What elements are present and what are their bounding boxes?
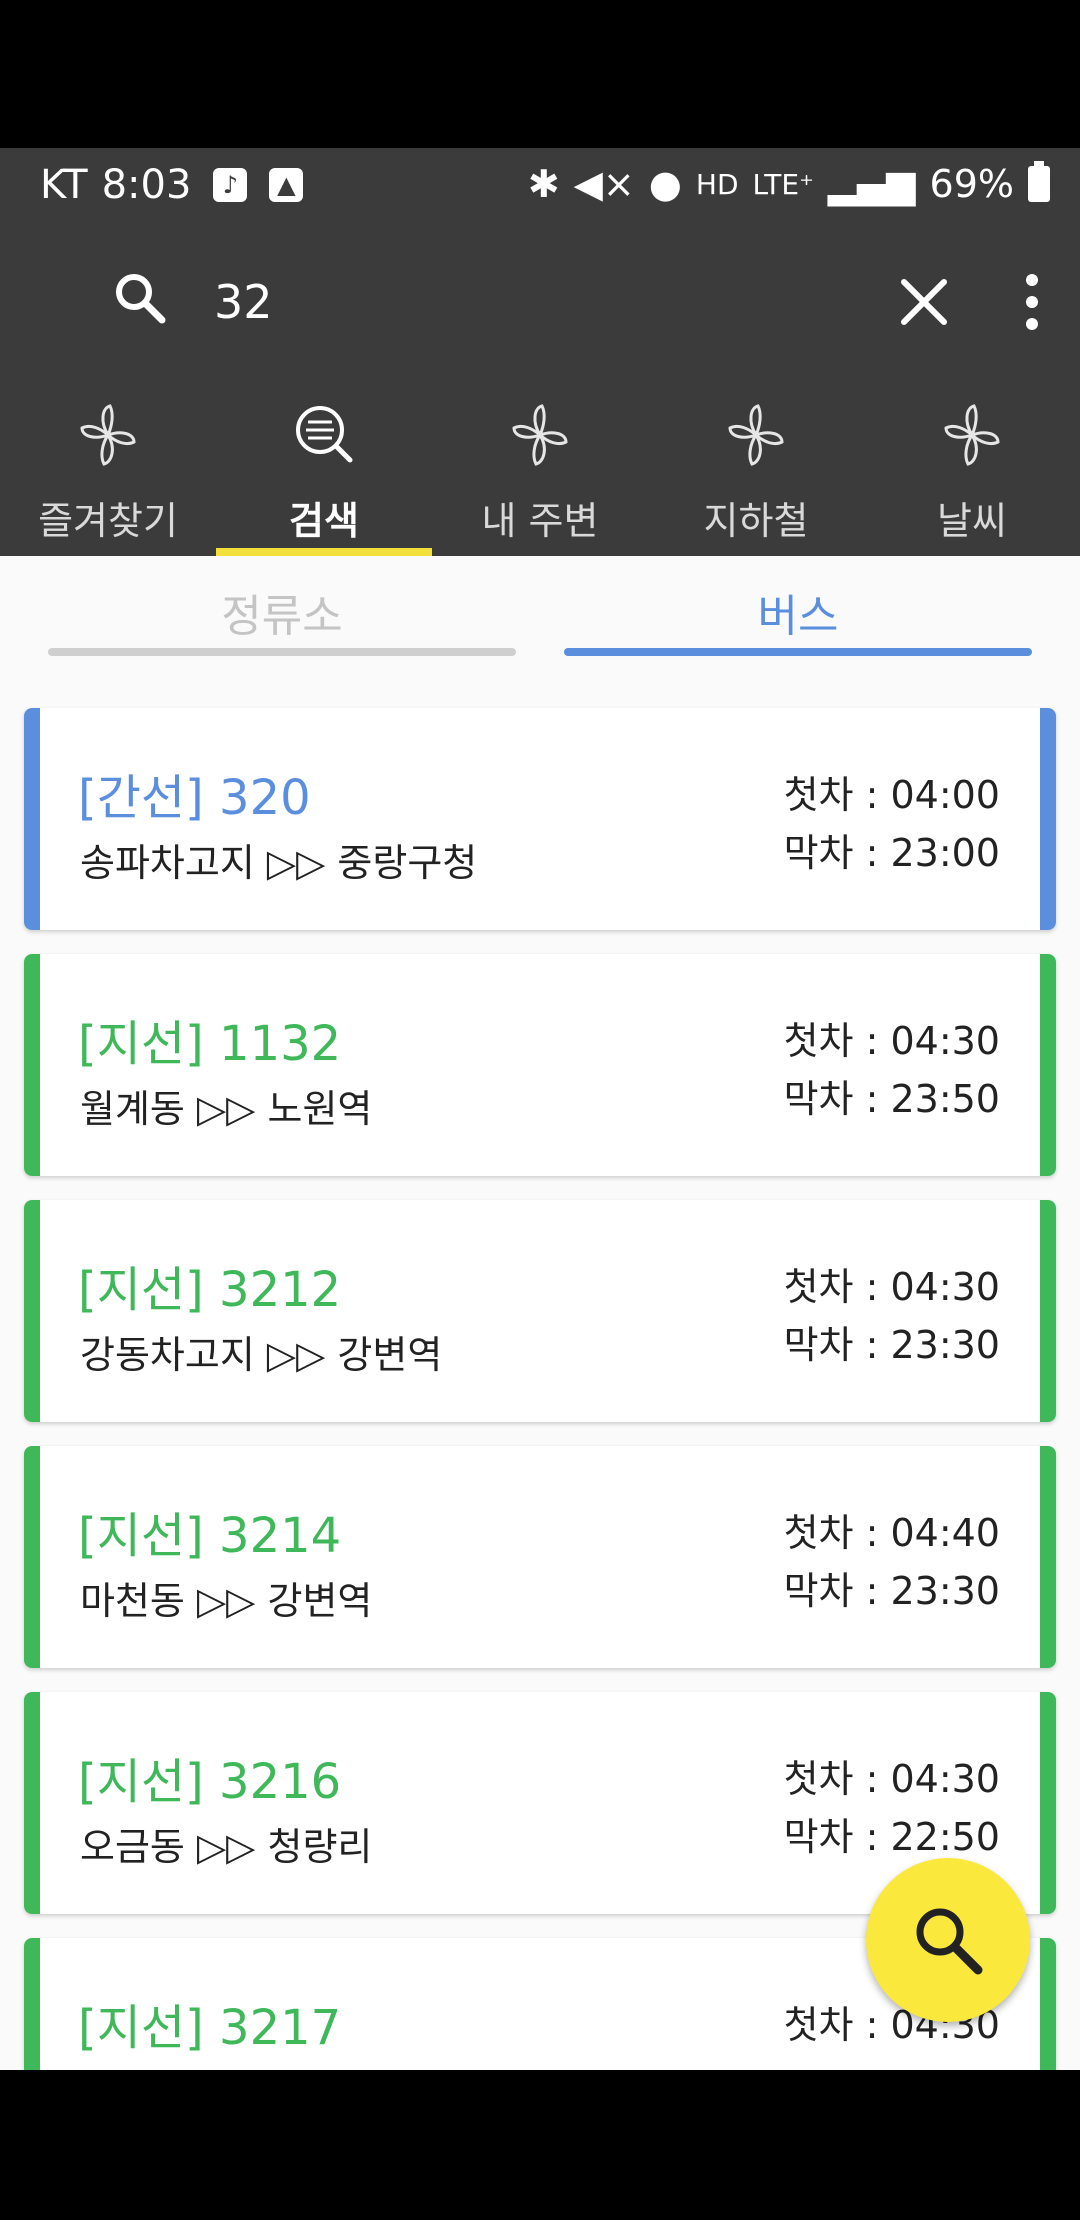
tab-favorites[interactable]: 즐겨찾기 <box>0 378 216 556</box>
search-fab-button[interactable] <box>866 1858 1030 2022</box>
route-color-bar <box>1040 708 1056 930</box>
location-icon: ● <box>648 162 682 206</box>
route-color-bar <box>24 1692 40 1914</box>
route-title: [지선] 3217 <box>78 2000 342 2056</box>
last-bus-time: 막차 : 23:30 <box>783 1569 1000 1613</box>
first-bus-time: 첫차 : 04:30 <box>783 1019 1000 1063</box>
tab-label: 검색 <box>289 499 359 543</box>
status-bar: KT 8:03 ♪ ▲ ✱ ◀× ● HD LTE⁺ ▂▄▆ 69% <box>0 148 1080 228</box>
tab-bus[interactable]: 버스 <box>564 556 1032 656</box>
route-color-bar <box>24 1200 40 1422</box>
route-title: [지선] 3216 <box>78 1754 342 1810</box>
pinwheel-icon <box>944 404 1000 466</box>
route-color-bar <box>1040 954 1056 1176</box>
dot <box>1026 318 1038 330</box>
image-notification-icon: ▲ <box>269 168 304 202</box>
category-tabs: 즐겨찾기 검색 내 주변 지하철 날씨 <box>0 378 1080 556</box>
search-list-icon <box>296 406 353 463</box>
route-endpoints: 강동차고지 ▷▷ 강변역 <box>80 1333 443 1377</box>
clear-search-button[interactable] <box>898 276 950 328</box>
search-icon <box>916 1908 983 1975</box>
bluetooth-icon: ✱ <box>527 162 560 206</box>
pinwheel-icon <box>80 404 136 466</box>
mute-icon: ◀× <box>573 162 635 206</box>
tab-search[interactable]: 검색 <box>216 378 432 556</box>
first-bus-time: 첫차 : 04:30 <box>783 1757 1000 1801</box>
route-endpoints: 송파차고지 ▷▷ 중랑구청 <box>80 841 478 885</box>
search-icon <box>116 274 166 324</box>
route-color-bar <box>24 1446 40 1668</box>
last-bus-time: 막차 : 23:30 <box>783 1323 1000 1367</box>
lte-icon: LTE⁺ <box>752 167 814 201</box>
active-tab-indicator <box>216 548 432 556</box>
tab-label: 날씨 <box>937 499 1007 543</box>
more-options-button[interactable] <box>1024 274 1040 330</box>
tab-label: 버스 <box>757 591 839 642</box>
route-color-bar <box>1040 1446 1056 1668</box>
tab-underline <box>564 648 1032 656</box>
tab-label: 정류소 <box>221 591 343 642</box>
bus-route-card[interactable]: [지선] 3212 강동차고지 ▷▷ 강변역 첫차 : 04:30 막차 : 2… <box>24 1200 1056 1422</box>
tab-weather[interactable]: 날씨 <box>864 378 1080 556</box>
carrier-label: KT <box>40 162 88 208</box>
route-title: [지선] 3212 <box>78 1262 342 1318</box>
last-bus-time: 막차 : 23:50 <box>783 1077 1000 1121</box>
route-title: [간선] 320 <box>78 770 311 826</box>
route-color-bar <box>24 954 40 1176</box>
app-screen: KT 8:03 ♪ ▲ ✱ ◀× ● HD LTE⁺ ▂▄▆ 69% 32 즐겨… <box>0 148 1080 2070</box>
last-bus-time: 막차 : 22:50 <box>783 1815 1000 1859</box>
route-color-bar <box>1040 1938 1056 2070</box>
pinwheel-icon <box>728 404 784 466</box>
route-endpoints: 월계동 ▷▷ 노원역 <box>80 1087 373 1131</box>
result-type-tabs: 정류소 버스 <box>0 556 1080 656</box>
route-endpoints: 마천동 ▷▷ 강변역 <box>80 1579 373 1623</box>
route-title: [지선] 1132 <box>78 1016 342 1072</box>
first-bus-time: 첫차 : 04:30 <box>783 1265 1000 1309</box>
tab-bus-stop[interactable]: 정류소 <box>48 556 516 656</box>
bus-route-card[interactable]: [간선] 320 송파차고지 ▷▷ 중랑구청 첫차 : 04:00 막차 : 2… <box>24 708 1056 930</box>
route-color-bar <box>24 1938 40 2070</box>
bus-route-card[interactable]: [지선] 3214 마천동 ▷▷ 강변역 첫차 : 04:40 막차 : 23:… <box>24 1446 1056 1668</box>
last-bus-time: 막차 : 23:00 <box>783 831 1000 875</box>
route-title: [지선] 3214 <box>78 1508 342 1564</box>
signal-icon: ▂▄▆ <box>827 162 916 206</box>
tab-label: 지하철 <box>703 499 809 543</box>
tab-nearby[interactable]: 내 주변 <box>432 378 648 556</box>
first-bus-time: 첫차 : 04:00 <box>783 773 1000 817</box>
music-notification-icon: ♪ <box>213 168 248 202</box>
search-input[interactable] <box>212 266 856 338</box>
first-bus-time: 첫차 : 04:40 <box>783 1511 1000 1555</box>
tab-label: 내 주변 <box>481 499 599 543</box>
battery-icon <box>1028 161 1050 202</box>
route-color-bar <box>24 708 40 930</box>
route-color-bar <box>1040 1200 1056 1422</box>
battery-percent: 69% <box>929 162 1014 206</box>
dot <box>1026 274 1038 286</box>
dot <box>1026 296 1038 308</box>
tab-subway[interactable]: 지하철 <box>648 378 864 556</box>
hd-icon: HD <box>695 167 739 201</box>
tab-label: 즐겨찾기 <box>38 499 178 543</box>
route-color-bar <box>1040 1692 1056 1914</box>
clock: 8:03 <box>101 162 192 208</box>
tab-underline <box>48 648 516 656</box>
search-bar <box>0 228 1080 378</box>
route-endpoints: 오금동 ▷▷ 청량리 <box>80 1825 373 1869</box>
bus-route-card[interactable]: [지선] 1132 월계동 ▷▷ 노원역 첫차 : 04:30 막차 : 23:… <box>24 954 1056 1176</box>
pinwheel-icon <box>512 404 568 466</box>
